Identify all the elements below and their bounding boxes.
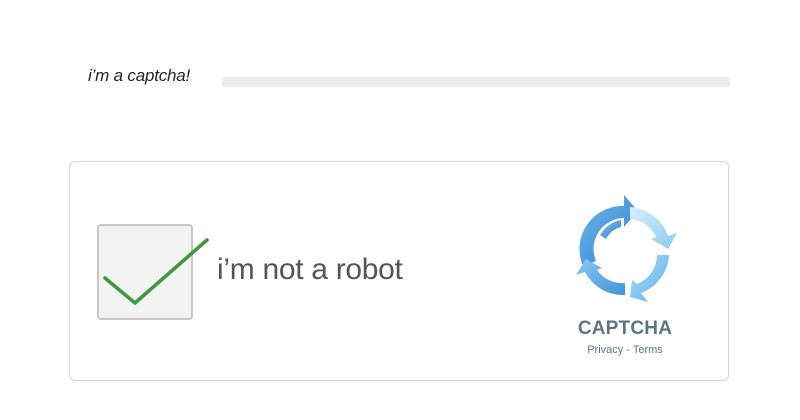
robot-checkbox-label: i’m not a robot [217,253,403,286]
privacy-link[interactable]: Privacy [587,344,623,356]
captcha-widget: i’m not a robot CAPTCHA Privacy - Terms [69,161,729,381]
captcha-links: Privacy - Terms [548,344,702,356]
captcha-branding: CAPTCHA Privacy - Terms [548,184,702,374]
captcha-brand-text: CAPTCHA [577,318,673,339]
link-separator: - [623,344,633,356]
recaptcha-logo-icon [576,195,677,302]
page-title: i’m a captcha! [88,66,191,85]
title-divider-bar [222,77,730,87]
robot-checkbox[interactable] [97,224,193,320]
terms-link[interactable]: Terms [633,344,663,356]
